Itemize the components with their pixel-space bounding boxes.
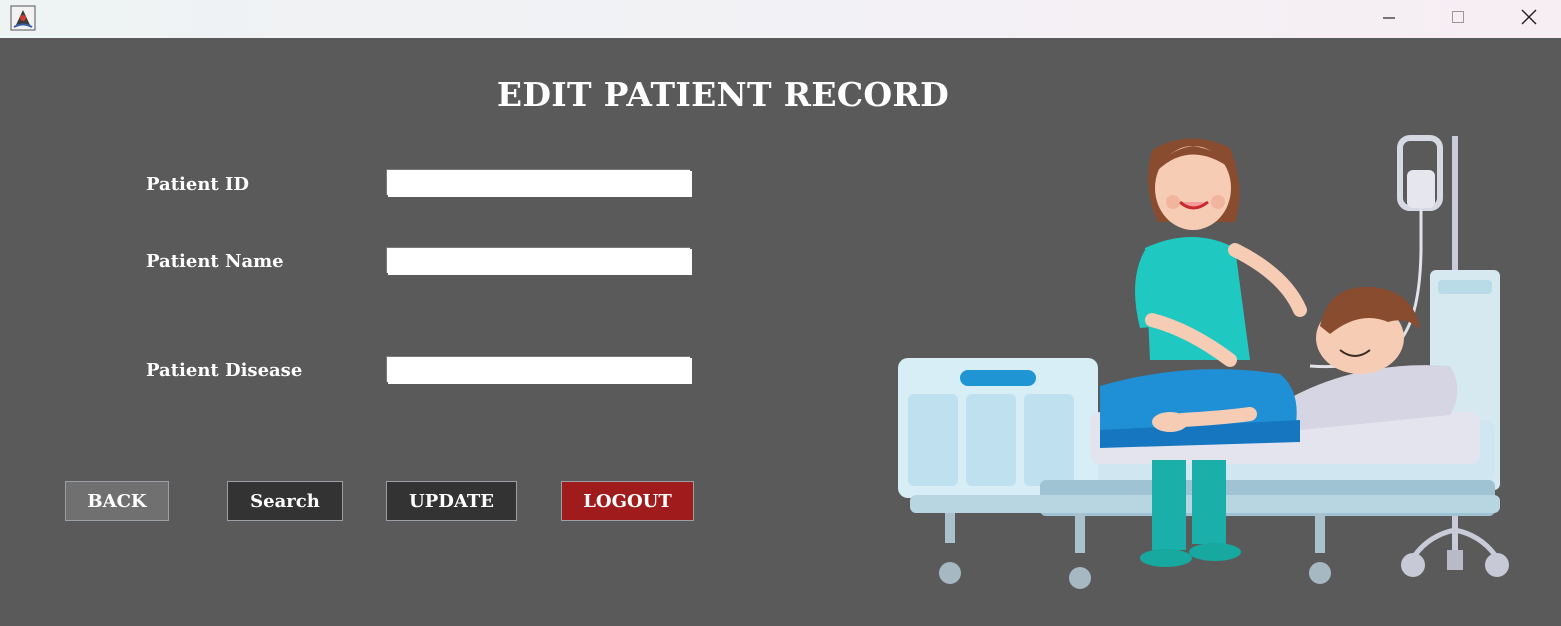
patient-name-input[interactable] [386, 247, 690, 273]
close-icon [1521, 9, 1537, 25]
main-panel: EDIT PATIENT RECORD Patient ID Patient N… [0, 38, 1561, 626]
patient-id-input[interactable] [386, 169, 690, 195]
close-button[interactable] [1499, 0, 1559, 34]
patient-id-label: Patient ID [146, 174, 250, 195]
back-button[interactable]: BACK [65, 481, 169, 521]
patient-name-label: Patient Name [146, 251, 284, 272]
nurse-patient-illustration [898, 135, 1509, 589]
java-app-icon[interactable] [10, 5, 36, 31]
page-title: EDIT PATIENT RECORD [496, 75, 950, 114]
update-button[interactable]: UPDATE [386, 481, 517, 521]
search-button[interactable]: Search [227, 481, 343, 521]
patient-disease-label: Patient Disease [146, 360, 303, 381]
maximize-icon [1452, 11, 1464, 23]
minimize-button[interactable] [1359, 0, 1419, 34]
maximize-button[interactable] [1428, 0, 1488, 34]
logout-button[interactable]: LOGOUT [561, 481, 694, 521]
minimize-icon [1383, 17, 1395, 19]
patient-disease-input[interactable] [386, 356, 690, 382]
window-titlebar [0, 0, 1561, 38]
